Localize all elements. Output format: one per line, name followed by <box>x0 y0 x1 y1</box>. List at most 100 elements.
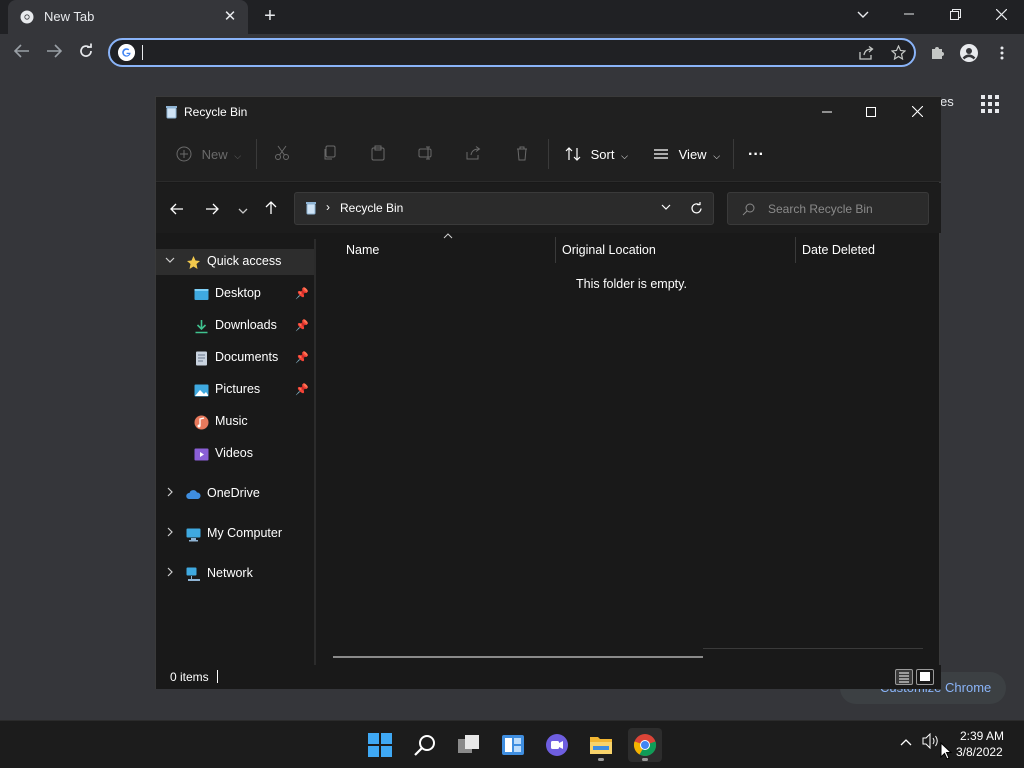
clock-time[interactable]: 2:39 AM <box>960 729 1004 743</box>
pin-icon: 📌 <box>295 320 309 332</box>
nav-item-videos[interactable]: Videos <box>156 441 314 467</box>
chrome-restore-icon[interactable] <box>932 0 978 30</box>
explorer-close-icon[interactable] <box>894 97 940 127</box>
new-button[interactable]: New ⌵ <box>176 145 241 165</box>
explorer-minimize-icon[interactable] <box>804 97 850 127</box>
paste-icon[interactable] <box>370 145 386 165</box>
recent-locations-chevron-icon[interactable] <box>232 201 254 221</box>
new-tab-button[interactable]: + <box>258 5 282 29</box>
back-arrow-icon[interactable] <box>8 40 36 64</box>
collapsed-chevron-icon[interactable] <box>164 567 176 579</box>
address-dropdown-icon[interactable] <box>661 199 671 214</box>
breadcrumb-recycle-bin[interactable]: Recycle Bin <box>340 201 403 215</box>
nav-item-onedrive[interactable]: OneDrive <box>156 481 314 507</box>
address-recycle-bin-icon <box>306 202 316 215</box>
nav-label: Quick access <box>207 254 282 268</box>
bookmark-star-icon[interactable] <box>887 42 909 64</box>
sort-ascending-caret-icon <box>443 231 453 242</box>
explorer-window-title: Recycle Bin <box>184 105 248 119</box>
nav-label: Pictures <box>215 382 261 396</box>
delete-icon[interactable] <box>514 145 530 165</box>
nav-item-quick-access[interactable]: Quick access <box>156 249 314 275</box>
volume-speaker-icon[interactable] <box>922 732 940 752</box>
pin-icon: 📌 <box>295 384 309 396</box>
share-icon[interactable] <box>855 42 877 64</box>
cmd-divider <box>548 139 549 169</box>
explorer-maximize-icon[interactable] <box>848 97 894 127</box>
up-level-icon[interactable] <box>260 201 282 221</box>
forward-arrow-icon[interactable] <box>40 40 68 64</box>
profile-avatar-icon[interactable] <box>958 42 980 64</box>
view-button[interactable]: View ⌵ <box>653 145 720 165</box>
pin-icon: 📌 <box>295 288 309 300</box>
chrome-taskbar-icon[interactable] <box>628 728 662 762</box>
chrome-tab-new-tab[interactable]: New Tab ✕ <box>8 0 248 34</box>
nav-item-my-computer[interactable]: My Computer <box>156 521 314 547</box>
file-explorer-taskbar-icon[interactable] <box>584 728 618 762</box>
nav-item-network[interactable]: Network <box>156 561 314 587</box>
collapsed-chevron-icon[interactable] <box>164 527 176 539</box>
tray-overflow-chevron-icon[interactable] <box>900 734 912 749</box>
mouse-cursor-icon <box>940 742 952 760</box>
reload-icon[interactable] <box>72 40 100 64</box>
view-button-label: View <box>678 147 707 162</box>
new-button-label: New <box>201 147 228 162</box>
column-divider[interactable] <box>555 237 556 263</box>
column-header-name[interactable]: Name <box>346 243 379 257</box>
nav-label: Network <box>207 566 253 580</box>
running-indicator <box>642 758 648 761</box>
recycle-bin-icon <box>166 106 177 119</box>
teams-chat-icon[interactable] <box>540 728 574 762</box>
explorer-address-bar[interactable]: › Recycle Bin <box>294 192 714 225</box>
explorer-back-icon[interactable] <box>166 201 188 221</box>
chrome-close-icon[interactable] <box>978 0 1024 30</box>
nav-item-downloads[interactable]: Downloads 📌 <box>156 313 314 339</box>
nav-item-pictures[interactable]: Pictures 📌 <box>156 377 314 403</box>
running-indicator <box>598 758 604 761</box>
horizontal-scrollbar-track[interactable] <box>703 648 923 649</box>
copy-icon[interactable] <box>322 145 338 165</box>
address-refresh-icon[interactable] <box>690 199 703 218</box>
widgets-icon[interactable] <box>496 728 530 762</box>
extensions-puzzle-icon[interactable] <box>926 42 948 64</box>
omnibox-caret <box>142 45 143 60</box>
collapsed-chevron-icon[interactable] <box>164 487 176 499</box>
item-count: 0 items <box>170 670 209 684</box>
chrome-minimize-icon[interactable] <box>886 0 932 30</box>
explorer-forward-icon[interactable] <box>201 201 223 221</box>
breadcrumb-separator-icon[interactable]: › <box>326 200 330 214</box>
tab-search-icon[interactable] <box>840 0 886 30</box>
more-options-button[interactable]: ··· <box>748 145 764 165</box>
pictures-icon <box>194 384 209 397</box>
omnibox-address-bar[interactable] <box>108 38 916 67</box>
nav-item-desktop[interactable]: Desktop 📌 <box>156 281 314 307</box>
task-view-icon[interactable] <box>452 728 486 762</box>
clock-date[interactable]: 3/8/2022 <box>956 745 1003 759</box>
start-button[interactable] <box>363 728 397 762</box>
file-list-area[interactable] <box>318 233 940 665</box>
nav-item-music[interactable]: Music <box>156 409 314 435</box>
videos-icon <box>194 448 209 461</box>
pin-icon: 📌 <box>295 352 309 364</box>
onedrive-cloud-icon <box>186 490 201 499</box>
tab-close-icon[interactable]: ✕ <box>220 7 240 27</box>
expanded-chevron-icon[interactable] <box>164 255 176 267</box>
explorer-search-box[interactable]: Search Recycle Bin <box>727 192 929 225</box>
details-view-icon[interactable] <box>895 669 913 685</box>
google-apps-grid-icon[interactable] <box>980 94 1000 114</box>
rename-icon[interactable] <box>418 145 434 165</box>
column-divider[interactable] <box>795 237 796 263</box>
large-icons-view-icon[interactable] <box>916 669 934 685</box>
sort-button[interactable]: Sort ⌵ <box>565 145 628 165</box>
column-header-date-deleted[interactable]: Date Deleted <box>802 243 875 257</box>
share-file-icon[interactable] <box>466 145 482 165</box>
taskbar-search-icon[interactable] <box>408 728 442 762</box>
horizontal-scrollbar-thumb[interactable] <box>333 656 703 658</box>
chrome-favicon-icon <box>20 10 34 24</box>
chrome-menu-icon[interactable] <box>991 42 1013 64</box>
cmd-divider <box>733 139 734 169</box>
cut-icon[interactable] <box>274 145 290 165</box>
column-header-original-location[interactable]: Original Location <box>562 243 656 257</box>
ntp-header-link-partial[interactable]: es <box>940 94 954 109</box>
nav-item-documents[interactable]: Documents 📌 <box>156 345 314 371</box>
